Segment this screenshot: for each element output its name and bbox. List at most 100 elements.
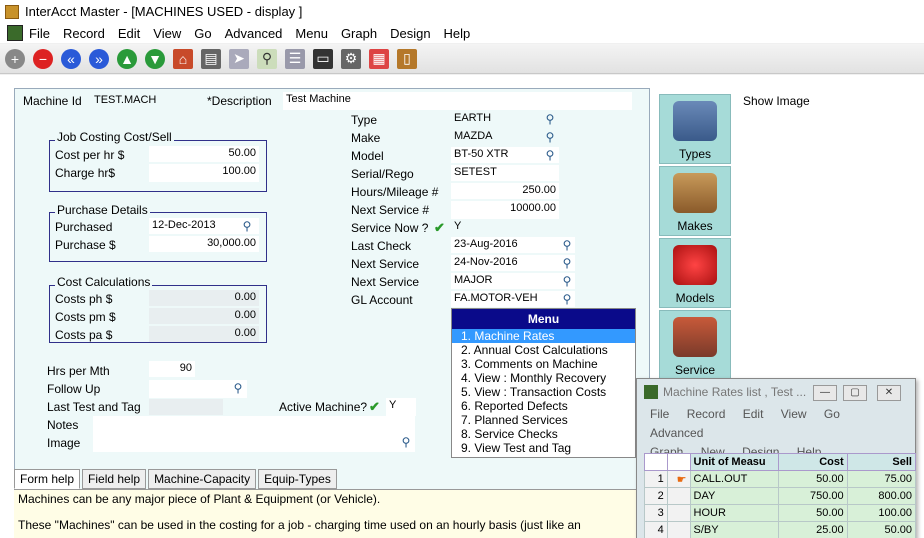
sub-menu-file[interactable]: File	[650, 407, 669, 421]
lookup-magnifier-icon[interactable]: ⚲	[560, 292, 574, 306]
charge-hr-field[interactable]: 100.00	[149, 164, 259, 182]
unit-cell[interactable]: CALL.OUT	[689, 470, 780, 488]
lookup-magnifier-icon[interactable]: ⚲	[543, 130, 557, 144]
last-record-icon[interactable]: »	[89, 48, 109, 69]
search-icon[interactable]: ⚲	[257, 48, 277, 69]
menu-view[interactable]: View	[153, 26, 181, 41]
close-icon[interactable]: ✕	[877, 385, 901, 401]
column-cost[interactable]: Cost	[778, 453, 848, 471]
description-field[interactable]: Test Machine	[283, 92, 632, 110]
column-unit[interactable]: Unit of Measu	[689, 453, 780, 471]
tab-equip-types[interactable]: Equip-Types	[258, 469, 337, 489]
delete-record-icon[interactable]: −	[33, 48, 53, 69]
purchase-amount-field[interactable]: 30,000.00	[149, 236, 259, 252]
lookup-magnifier-icon[interactable]: ⚲	[560, 274, 574, 288]
menu-design[interactable]: Design	[390, 26, 430, 41]
document-icon[interactable]	[7, 25, 23, 41]
cost-cell[interactable]: 25.00	[778, 521, 848, 538]
sell-cell[interactable]: 50.00	[846, 521, 917, 538]
hours-mileage-field[interactable]: 250.00	[451, 183, 559, 199]
settings-icon[interactable]: ⚙	[341, 48, 361, 69]
unit-cell[interactable]: DAY	[689, 487, 780, 505]
row-pointer-icon[interactable]: ☛	[666, 470, 691, 488]
sub-menu-edit[interactable]: Edit	[743, 407, 764, 421]
menu-item-test-and-tag[interactable]: 9. View Test and Tag	[452, 441, 635, 455]
tab-field-help[interactable]: Field help	[82, 469, 147, 489]
lookup-magnifier-icon[interactable]: ⚲	[240, 219, 254, 233]
unit-cell[interactable]: HOUR	[689, 504, 780, 522]
lookup-magnifier-icon[interactable]: ⚲	[543, 112, 557, 126]
menu-file[interactable]: File	[29, 26, 50, 41]
monitor-icon[interactable]: ▭	[313, 48, 333, 69]
table-row[interactable]: 2 DAY 750.00 800.00	[644, 487, 917, 505]
maximize-icon[interactable]: ▢	[843, 385, 867, 401]
gl-account-field[interactable]: FA.MOTOR-VEH	[451, 291, 575, 307]
menu-menu[interactable]: Menu	[295, 26, 328, 41]
last-check-field[interactable]: 23-Aug-2016	[451, 237, 575, 253]
minimize-icon[interactable]: —	[813, 385, 837, 401]
menu-item-comments[interactable]: 3. Comments on Machine	[452, 357, 635, 371]
first-record-icon[interactable]: «	[61, 48, 81, 69]
sell-cell[interactable]: 75.00	[846, 470, 917, 488]
service-now-field[interactable]: Y	[451, 219, 481, 235]
menu-item-planned-services[interactable]: 7. Planned Services	[452, 413, 635, 427]
hrs-per-mth-field[interactable]: 90	[149, 361, 195, 377]
cost-per-hr-field[interactable]: 50.00	[149, 146, 259, 162]
previous-record-icon[interactable]: ▲	[117, 48, 137, 69]
lookup-magnifier-icon[interactable]: ⚲	[543, 148, 557, 162]
menu-go[interactable]: Go	[194, 26, 211, 41]
sell-cell[interactable]: 100.00	[846, 504, 917, 522]
menu-help[interactable]: Help	[444, 26, 471, 41]
list-icon[interactable]: ☰	[285, 48, 305, 69]
notes-field[interactable]	[93, 416, 415, 452]
sub-menu-view[interactable]: View	[781, 407, 807, 421]
lookup-magnifier-icon[interactable]: ⚲	[560, 238, 574, 252]
exit-door-icon[interactable]: ▯	[397, 48, 417, 69]
subwindow-menu: File Record Edit View Go Advanced Graph …	[637, 405, 915, 459]
sell-cell[interactable]: 800.00	[846, 487, 917, 505]
unit-cell[interactable]: S/BY	[689, 521, 780, 538]
next-service-type-field[interactable]: MAJOR	[451, 273, 575, 289]
home-icon[interactable]: ⌂	[173, 48, 193, 69]
menu-edit[interactable]: Edit	[118, 26, 140, 41]
add-record-icon[interactable]: +	[5, 48, 25, 69]
show-image-label[interactable]: Show Image	[743, 94, 810, 108]
cost-cell[interactable]: 50.00	[778, 504, 848, 522]
menu-item-annual-cost[interactable]: 2. Annual Cost Calculations	[452, 343, 635, 357]
machine-id-field[interactable]: TEST.MACH	[91, 93, 191, 109]
makes-button[interactable]: Makes	[659, 166, 731, 236]
table-row[interactable]: 1 ☛ CALL.OUT 50.00 75.00	[644, 470, 917, 488]
calendar-icon[interactable]: ▦	[369, 48, 389, 69]
tab-machine-capacity[interactable]: Machine-Capacity	[148, 469, 257, 489]
column-sell[interactable]: Sell	[846, 453, 917, 471]
lookup-magnifier-icon[interactable]: ⚲	[231, 381, 245, 395]
print-icon[interactable]: ▤	[201, 48, 221, 69]
types-button[interactable]: Types	[659, 94, 731, 164]
menu-item-service-checks[interactable]: 8. Service Checks	[452, 427, 635, 441]
menu-advanced[interactable]: Advanced	[225, 26, 283, 41]
table-row[interactable]: 3 HOUR 50.00 100.00	[644, 504, 917, 522]
next-record-icon[interactable]: ▼	[145, 48, 165, 69]
serial-rego-field[interactable]: SETEST	[451, 165, 559, 181]
tab-form-help[interactable]: Form help	[14, 469, 81, 489]
cost-cell[interactable]: 50.00	[778, 470, 848, 488]
menu-item-monthly-recovery[interactable]: 4. View : Monthly Recovery	[452, 371, 635, 385]
models-button[interactable]: Models	[659, 238, 731, 308]
pointer-icon[interactable]: ➤	[229, 48, 249, 69]
sub-menu-go[interactable]: Go	[824, 407, 840, 421]
sub-menu-advanced[interactable]: Advanced	[650, 426, 703, 440]
menu-item-reported-defects[interactable]: 6. Reported Defects	[452, 399, 635, 413]
lookup-magnifier-icon[interactable]: ⚲	[399, 435, 413, 449]
table-row[interactable]: 4 S/BY 25.00 50.00	[644, 521, 917, 538]
next-service-number-field[interactable]: 10000.00	[451, 201, 559, 219]
service-button[interactable]: Service	[659, 310, 731, 380]
menu-graph[interactable]: Graph	[341, 26, 377, 41]
next-service-date-field[interactable]: 24-Nov-2016	[451, 255, 575, 271]
active-machine-field[interactable]: Y	[386, 398, 416, 416]
lookup-magnifier-icon[interactable]: ⚲	[560, 256, 574, 270]
menu-item-transaction-costs[interactable]: 5. View : Transaction Costs	[452, 385, 635, 399]
menu-record[interactable]: Record	[63, 26, 105, 41]
sub-menu-record[interactable]: Record	[687, 407, 726, 421]
cost-cell[interactable]: 750.00	[778, 487, 848, 505]
menu-item-machine-rates[interactable]: 1. Machine Rates	[452, 329, 635, 343]
